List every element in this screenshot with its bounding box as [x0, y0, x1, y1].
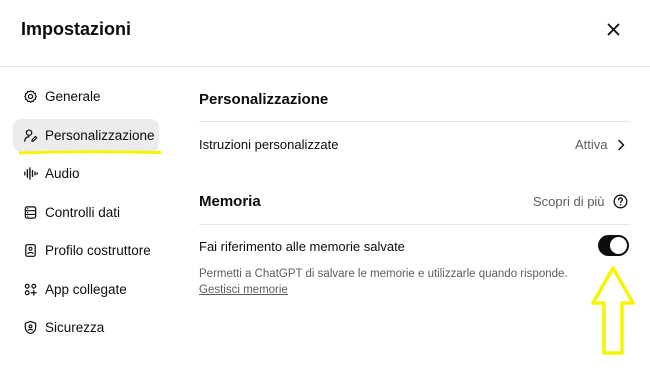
annotation-arrow-icon: [591, 266, 635, 355]
shield-icon: [22, 320, 38, 336]
apps-icon: [22, 281, 38, 297]
learn-more-label: Scopri di più: [533, 194, 605, 209]
chevron-right-icon: [618, 139, 625, 151]
saved-memories-label: Fai riferimento alle memorie salvate: [199, 239, 405, 254]
id-card-icon: [22, 243, 38, 259]
divider: [199, 224, 629, 225]
close-button[interactable]: [600, 16, 626, 42]
sidebar-item-label: Controlli dati: [45, 204, 121, 220]
waveform-icon: [22, 166, 38, 182]
section-title-personalizzazione: Personalizzazione: [199, 91, 329, 108]
sidebar-item-sicurezza[interactable]: Sicurezza: [13, 311, 163, 344]
section-title-memoria: Memoria: [199, 193, 261, 210]
custom-instructions-row[interactable]: Istruzioni personalizzate Attiva: [199, 122, 629, 166]
sidebar-item-audio[interactable]: Audio: [13, 157, 163, 190]
sidebar-item-label: Sicurezza: [45, 320, 105, 335]
sidebar-item-controlli-dati[interactable]: Controlli dati: [13, 196, 163, 229]
sidebar-item-label: Profilo costruttore: [45, 243, 151, 258]
saved-memories-toggle[interactable]: [598, 235, 629, 256]
sidebar-item-profilo-costruttore[interactable]: Profilo costruttore: [13, 234, 163, 267]
gear-icon: [22, 89, 38, 105]
learn-more-link[interactable]: Scopri di più: [533, 194, 629, 212]
sidebar-item-personalizzazione[interactable]: Personalizzazione: [13, 118, 161, 154]
sidebar-item-label: Audio: [45, 166, 80, 181]
highlight-underline: [19, 149, 161, 154]
help-icon: [613, 194, 628, 209]
sidebar-item-label: App collegate: [45, 281, 127, 297]
custom-instructions-label: Istruzioni personalizzate: [199, 137, 339, 152]
sidebar-item-app-collegate[interactable]: App collegate: [13, 273, 163, 306]
settings-title: Impostazioni: [21, 19, 132, 39]
sidebar-item-generale[interactable]: Generale: [13, 80, 163, 113]
toggle-knob: [610, 237, 627, 254]
sidebar-item-label: Personalizzazione: [45, 127, 155, 143]
manage-memories-link[interactable]: Gestisci memorie: [199, 284, 288, 296]
settings-header: Impostazioni: [0, 0, 650, 67]
sidebar-item-label: Generale: [45, 89, 101, 104]
user-edit-icon: [22, 127, 38, 143]
database-icon: [22, 204, 38, 220]
custom-instructions-status: Attiva: [575, 137, 608, 152]
settings-sidebar: Generale Personalizzazione Audio Control…: [13, 80, 163, 350]
close-icon: [607, 23, 619, 35]
saved-memories-description: Permetti a ChatGPT di salvare le memorie…: [199, 268, 568, 280]
